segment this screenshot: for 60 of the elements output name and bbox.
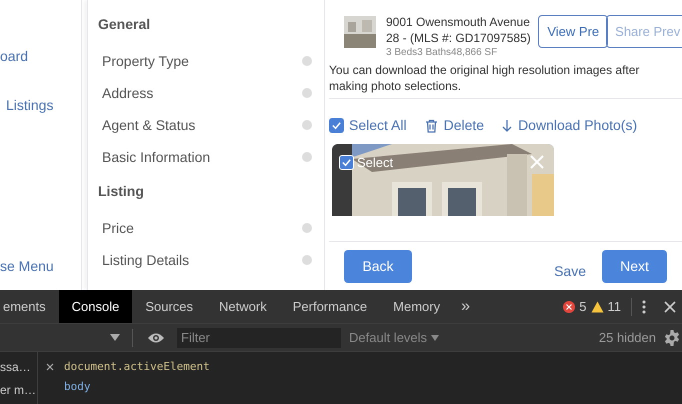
console-command-text: document.activeElement (64, 359, 210, 375)
checkbox[interactable] (329, 118, 344, 133)
levels-dropdown[interactable]: Default levels (349, 328, 440, 348)
nav-link[interactable]: oard (0, 46, 81, 67)
caret-icon (431, 334, 440, 340)
more-options-icon[interactable] (642, 300, 646, 314)
checkbox[interactable] (339, 155, 354, 170)
arrow-down-icon (502, 119, 512, 132)
step-label: Property Type (102, 52, 189, 71)
step-label: Listing Details (102, 250, 190, 270)
sidebar-item[interactable]: ssa… (0, 358, 37, 376)
step-item[interactable]: Property Type (98, 45, 312, 77)
step-item[interactable]: Agent & Status (98, 109, 312, 141)
download-button[interactable]: Download Photo(s) (502, 115, 638, 136)
step-label: Price (102, 218, 134, 238)
more-tabs-button[interactable]: » (453, 294, 478, 318)
step-label: Basic Information (102, 148, 210, 166)
input-prompt-icon (46, 363, 54, 371)
check-icon (341, 157, 352, 168)
devtools-tab[interactable]: Network (206, 290, 280, 323)
delete-button[interactable]: Delete (424, 115, 484, 136)
settings-icon[interactable] (664, 330, 680, 346)
step-item[interactable]: Basic Information (98, 141, 312, 173)
error-icon (563, 300, 576, 312)
description: You can download the original high resolution images after making photo selections. (329, 62, 682, 99)
step-item[interactable]: Listing Details (98, 244, 312, 276)
listing-address: 9001 Owensmouth Avenue 28 - (MLS #: GD17097585) (386, 14, 532, 46)
step-label: Address (102, 84, 154, 102)
nav-link[interactable]: se Menu (0, 256, 81, 277)
select-all-checkbox[interactable]: Select All (329, 115, 407, 136)
listing-stats: 3 Beds3 Baths48,866 SF (386, 46, 498, 59)
photo-card[interactable]: Select (332, 144, 554, 216)
check-icon (331, 120, 342, 131)
back-button[interactable]: Back (344, 250, 412, 282)
preview-button[interactable]: View Pre (538, 15, 608, 48)
devtools-tab[interactable]: Sources (132, 290, 206, 323)
error-count: 5 (579, 298, 586, 316)
devtools-tab[interactable]: ements (0, 290, 59, 323)
step-label: Agent & Status (102, 116, 196, 135)
trash-icon (424, 118, 438, 132)
sidebar-item[interactable]: er m… (0, 381, 37, 399)
step-item[interactable]: Price (98, 212, 312, 244)
eye-icon[interactable] (147, 332, 165, 344)
close-icon[interactable] (664, 300, 676, 312)
console-result: body (64, 379, 92, 395)
devtools-tab[interactable]: Memory (380, 290, 454, 323)
select-checkbox[interactable]: Select (339, 153, 394, 172)
dropdown-caret-icon[interactable] (110, 334, 120, 341)
save-button[interactable]: Save (554, 260, 586, 282)
devtools-tab[interactable]: Performance (280, 290, 380, 323)
step-item[interactable]: Address (98, 77, 312, 109)
section-title: General (98, 15, 152, 34)
filter-field[interactable]: Filter (177, 328, 341, 348)
nav-link[interactable]: Listings (0, 95, 81, 116)
devtools-tab[interactable]: Console (58, 290, 132, 323)
warning-count: 11 (608, 298, 621, 316)
next-button[interactable]: Next (602, 250, 667, 282)
hidden-count: 25 hidden (598, 328, 656, 347)
warning-icon (590, 300, 604, 312)
section-title: Listing (98, 182, 145, 201)
